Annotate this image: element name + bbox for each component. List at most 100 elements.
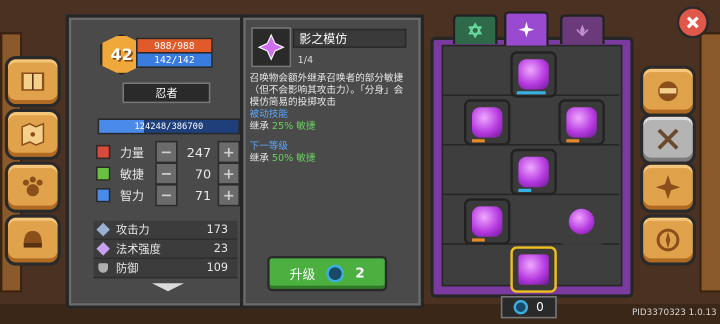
rush-skill-icon — [518, 156, 549, 188]
tab-hexagram[interactable] — [452, 14, 498, 44]
skill-point-icon — [513, 300, 529, 315]
skill-points-counter: 0 — [500, 296, 557, 319]
sword-icon — [96, 222, 110, 237]
skill-icon — [251, 27, 292, 68]
right-wood-rail — [699, 32, 720, 293]
exp-text: 124248/386700 — [134, 120, 204, 132]
shadow-mimic-skill-icon — [518, 254, 549, 285]
nav-map-button[interactable] — [4, 108, 61, 160]
skill-node-progress — [518, 188, 532, 192]
skill-name-box: 影之模仿 — [292, 28, 407, 48]
stat-label: 力量 — [120, 145, 145, 160]
increase-agility-button[interactable]: + — [217, 162, 240, 185]
skill-description-box: 召唤物会额外继承召唤者的部分敏捷（但不会影响其攻击力）。「分身」会模仿简易的投掷… — [250, 72, 410, 262]
chain-skill-icon — [566, 107, 597, 138]
stat-row-intelligence: 智力 − 71 + — [96, 184, 240, 207]
nav-skills-button[interactable] — [640, 113, 696, 165]
book-icon — [96, 188, 111, 203]
version-text: PID3370323 1.0.13 — [632, 307, 717, 318]
paw-icon — [22, 176, 43, 197]
class-name: 忍者 — [155, 87, 178, 100]
skill-node-progress — [566, 139, 580, 143]
fist-icon — [96, 144, 111, 160]
summon-skill-icon — [518, 59, 549, 90]
skill-node-spirit[interactable] — [464, 99, 511, 146]
stat-value: 71 — [194, 187, 212, 203]
skill-next-effect: 继承 50% 敏捷 — [249, 152, 316, 164]
attribute-label: 法术强度 — [116, 243, 161, 256]
shadow-shuriken-icon — [257, 33, 285, 61]
stat-row-strength: 力量 − 247 + — [96, 140, 240, 164]
skill-node-chain[interactable] — [558, 99, 605, 146]
attribute-row-attack: 攻击力 173 — [93, 220, 238, 240]
skill-node-shadow-mimic-selected[interactable] — [510, 246, 557, 293]
attribute-value: 173 — [206, 223, 228, 236]
upgrade-button[interactable]: 升级 2 — [267, 256, 388, 292]
echo-skill-icon — [472, 206, 503, 237]
nav-settings-button[interactable] — [640, 214, 696, 266]
close-icon — [686, 16, 699, 29]
attribute-value: 23 — [213, 242, 228, 256]
stat-value: 70 — [194, 166, 212, 182]
class-name-box: 忍者 — [122, 82, 211, 104]
upgrade-label: 升级 — [289, 267, 316, 283]
nav-journal-button[interactable] — [4, 56, 61, 108]
stat-label: 智力 — [120, 188, 145, 203]
book-icon — [21, 72, 45, 91]
crossed-swords-icon — [657, 128, 679, 150]
stat-row-agility: 敏捷 − 70 + — [96, 162, 240, 185]
nav-pet-button[interactable] — [4, 161, 61, 213]
decrease-intelligence-button[interactable]: − — [155, 184, 178, 207]
wand-icon — [96, 242, 110, 256]
attribute-value: 109 — [206, 261, 228, 275]
spirit-skill-icon — [472, 107, 503, 138]
nav-equipment-button[interactable] — [4, 214, 61, 266]
skill-node-progress — [516, 91, 546, 95]
increase-intelligence-button[interactable]: + — [217, 184, 240, 207]
burst-skill-icon — [568, 208, 595, 235]
nav-talent-button[interactable] — [640, 161, 696, 213]
attribute-row-defense: 防御 109 — [93, 259, 238, 279]
attribute-label: 防御 — [116, 262, 139, 276]
skill-node-progress — [472, 139, 485, 143]
compass-icon — [656, 228, 680, 252]
skill-name: 影之模仿 — [299, 31, 348, 46]
skill-node-echo[interactable] — [464, 198, 511, 245]
skill-point-icon — [326, 264, 345, 283]
attribute-row-spell-power: 法术强度 23 — [93, 240, 238, 260]
decrease-strength-button[interactable]: − — [155, 140, 178, 164]
lotus-tab-icon — [576, 24, 589, 37]
mp-text: 142/142 — [154, 54, 195, 66]
stat-value: 247 — [186, 144, 212, 160]
increase-strength-button[interactable]: + — [217, 140, 240, 164]
nav-character-button[interactable] — [640, 65, 696, 117]
mask-icon — [658, 81, 678, 102]
skill-points-value: 0 — [536, 300, 544, 315]
skill-type: 被动技能 — [249, 108, 289, 120]
map-icon — [21, 122, 45, 147]
attribute-label: 攻击力 — [116, 224, 150, 237]
skill-node-rush[interactable] — [510, 148, 557, 196]
skill-screen: { "hero": { "level": "42", "hp": "988/98… — [0, 0, 720, 324]
stat-label: 敏捷 — [120, 166, 145, 182]
skill-current-effect: 继承 25% 敏捷 — [249, 120, 316, 132]
skill-node-burst[interactable] — [558, 198, 605, 245]
shuriken-star-icon — [655, 175, 681, 200]
scroll-down-arrow[interactable] — [152, 283, 184, 292]
upgrade-cost: 2 — [355, 265, 365, 282]
close-button[interactable] — [676, 6, 709, 39]
shuriken-tab-icon — [518, 21, 535, 38]
skill-next-level-title: 下一等级 — [249, 140, 289, 152]
mp-bar: 142/142 — [136, 52, 213, 68]
shield-icon — [98, 263, 108, 273]
decrease-agility-button[interactable]: − — [155, 162, 178, 185]
level-value: 42 — [110, 44, 133, 64]
hexagram-tab-icon — [468, 22, 483, 39]
tab-shuriken[interactable] — [504, 11, 549, 46]
tab-lotus[interactable] — [560, 14, 605, 44]
hp-text: 988/988 — [154, 40, 195, 52]
skill-description: 召唤物会额外继承召唤者的部分敏捷（但不会影响其攻击力）。「分身」会模仿简易的投掷… — [249, 72, 404, 108]
exp-bar: 124248/386700 — [97, 118, 240, 135]
helmet-icon — [23, 230, 42, 248]
skill-node-progress — [472, 238, 485, 242]
